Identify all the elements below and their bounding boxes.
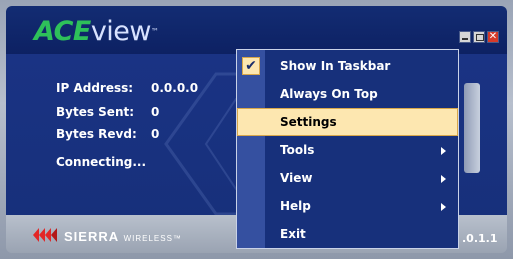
minimize-button[interactable] xyxy=(459,31,471,43)
bytes-sent-label: Bytes Sent: xyxy=(56,105,135,119)
ip-address-label: IP Address: xyxy=(56,81,134,95)
submenu-arrow-icon xyxy=(441,175,446,183)
menu-item-tools[interactable]: Tools xyxy=(237,136,458,164)
submenu-arrow-icon xyxy=(441,147,446,155)
menu-item-label: Always On Top xyxy=(280,87,378,101)
submenu-arrow-icon xyxy=(441,203,446,211)
menu-item-always-on-top[interactable]: Always On Top xyxy=(237,80,458,108)
ip-address-value: 0.0.0.0 xyxy=(151,81,199,95)
brand-wireless-text: WIRELESS xyxy=(123,234,173,243)
connection-status: Connecting... xyxy=(56,155,147,169)
checkmark-icon: ✔ xyxy=(242,57,260,75)
sierra-wireless-brand: SIERRA WIRELESS™ xyxy=(64,228,182,246)
brand-trademark: ™ xyxy=(172,234,182,243)
title-bar[interactable]: ACEview™ ✕ xyxy=(6,6,507,54)
menu-item-exit[interactable]: Exit xyxy=(237,220,458,248)
menu-item-show-in-taskbar[interactable]: ✔ Show In Taskbar xyxy=(237,52,458,80)
sierra-wireless-logo-icon xyxy=(33,228,57,242)
version-text: .0.1.1 xyxy=(462,232,498,245)
menu-item-label: Tools xyxy=(280,143,315,157)
app-window: ACEview™ ✕ IP Address: 0.0.0.0 Bytes Sen… xyxy=(0,0,513,259)
menu-item-label: Help xyxy=(280,199,311,213)
aceview-logo: ACEview™ xyxy=(34,17,159,47)
logo-trademark: ™ xyxy=(151,27,159,36)
bytes-received-row: Bytes Revd: 0 xyxy=(56,127,159,141)
context-menu: ✔ Show In Taskbar Always On Top Settings… xyxy=(236,49,459,249)
menu-item-view[interactable]: View xyxy=(237,164,458,192)
menu-item-label: Show In Taskbar xyxy=(280,59,391,73)
logo-ace-text: ACE xyxy=(34,16,91,47)
menu-item-label: Exit xyxy=(280,227,306,241)
brand-sierra-text: SIERRA xyxy=(64,229,120,244)
menu-item-label: Settings xyxy=(280,115,337,129)
logo-view-text: view xyxy=(90,16,152,47)
ip-address-row: IP Address: 0.0.0.0 xyxy=(56,81,198,95)
bytes-received-value: 0 xyxy=(151,127,160,141)
bytes-received-label: Bytes Revd: xyxy=(56,127,137,141)
bytes-sent-value: 0 xyxy=(151,105,160,119)
menu-item-label: View xyxy=(280,171,313,185)
bytes-sent-row: Bytes Sent: 0 xyxy=(56,105,159,119)
connect-panel-graphic[interactable] xyxy=(464,83,480,173)
menu-item-help[interactable]: Help xyxy=(237,192,458,220)
menu-item-settings[interactable]: Settings xyxy=(237,108,458,136)
close-button[interactable]: ✕ xyxy=(487,31,499,43)
restore-button[interactable] xyxy=(473,31,485,43)
